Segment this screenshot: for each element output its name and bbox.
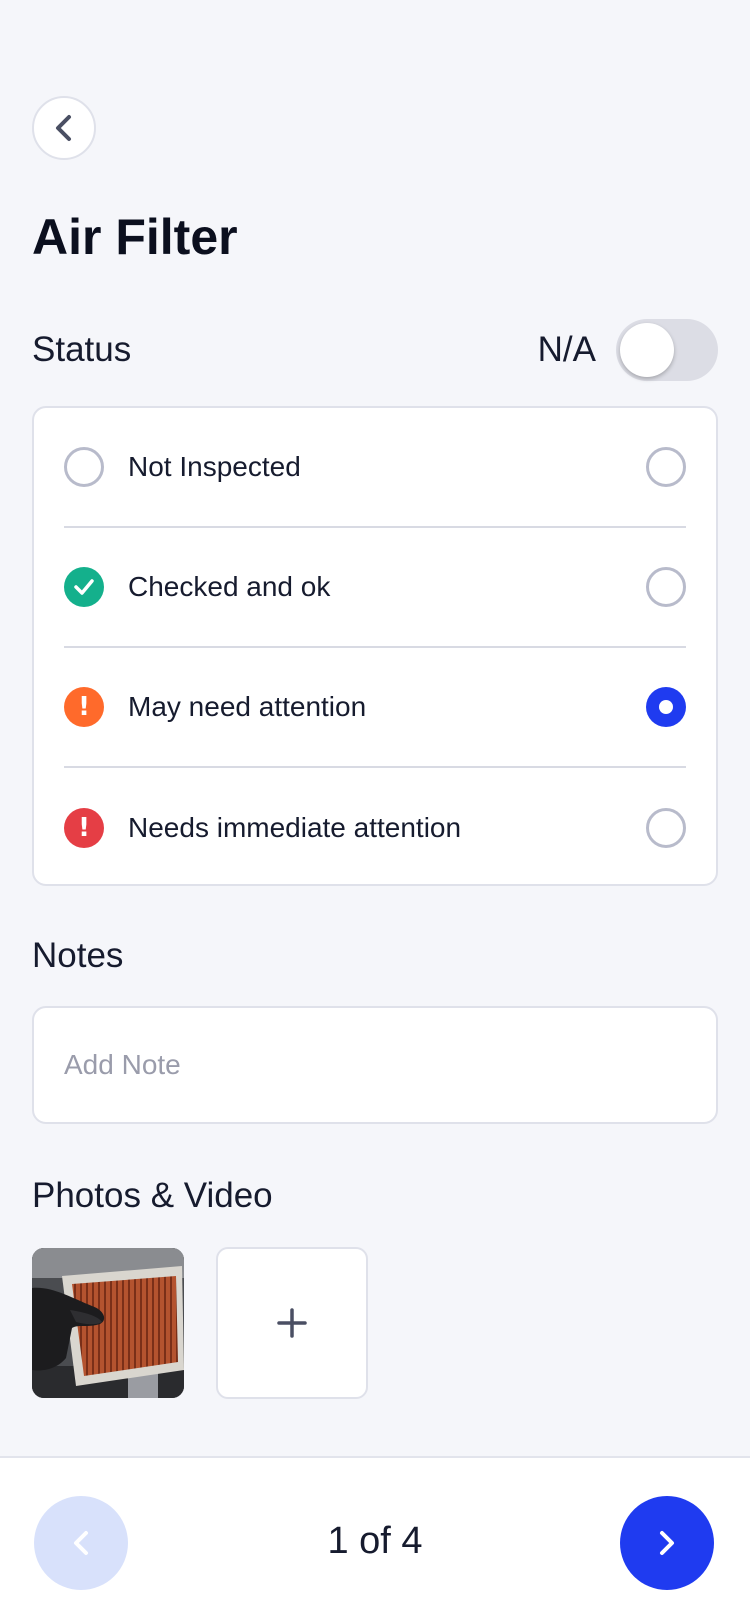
status-option-may-need-attention[interactable]: ! May need attention — [64, 648, 686, 768]
chevron-right-icon — [660, 1531, 674, 1555]
exclamation-circle-icon: ! — [64, 687, 104, 727]
bottom-navigation-bar: 1 of 4 — [0, 1456, 750, 1624]
status-option-not-inspected[interactable]: Not Inspected — [64, 408, 686, 528]
status-options-card: Not Inspected Checked and ok ! May need … — [32, 406, 718, 886]
previous-button[interactable] — [34, 1496, 128, 1590]
chevron-left-icon — [56, 115, 71, 141]
media-label: Photos & Video — [32, 1176, 273, 1215]
add-media-button[interactable] — [216, 1247, 368, 1399]
na-toggle[interactable] — [616, 319, 718, 381]
radio-button[interactable] — [646, 447, 686, 487]
toggle-knob — [620, 323, 674, 377]
notes-label: Notes — [32, 936, 124, 975]
radio-button[interactable] — [646, 567, 686, 607]
notes-input[interactable] — [32, 1006, 718, 1124]
na-toggle-group: N/A — [538, 319, 718, 381]
page-title: Air Filter — [32, 209, 238, 265]
exclamation-circle-icon: ! — [64, 808, 104, 848]
radio-button-selected[interactable] — [646, 687, 686, 727]
empty-circle-icon — [64, 447, 104, 487]
chevron-left-icon — [74, 1531, 88, 1555]
air-filter-photo — [32, 1248, 184, 1398]
status-option-label: May need attention — [128, 691, 367, 722]
status-option-label: Needs immediate attention — [128, 812, 462, 843]
status-option-needs-immediate-attention[interactable]: ! Needs immediate attention — [64, 768, 686, 888]
radio-button[interactable] — [646, 808, 686, 848]
status-option-label: Checked and ok — [128, 571, 331, 602]
media-thumbnail[interactable] — [32, 1248, 184, 1398]
status-option-checked-ok[interactable]: Checked and ok — [64, 528, 686, 648]
plus-icon — [277, 1308, 307, 1338]
page-indicator: 1 of 4 — [327, 1520, 423, 1562]
check-circle-icon — [64, 567, 104, 607]
status-label: Status — [32, 330, 132, 369]
status-header: Status N/A — [32, 318, 718, 382]
back-button[interactable] — [32, 96, 96, 160]
next-button[interactable] — [620, 1496, 714, 1590]
status-option-label: Not Inspected — [128, 451, 301, 482]
na-label: N/A — [537, 330, 596, 369]
